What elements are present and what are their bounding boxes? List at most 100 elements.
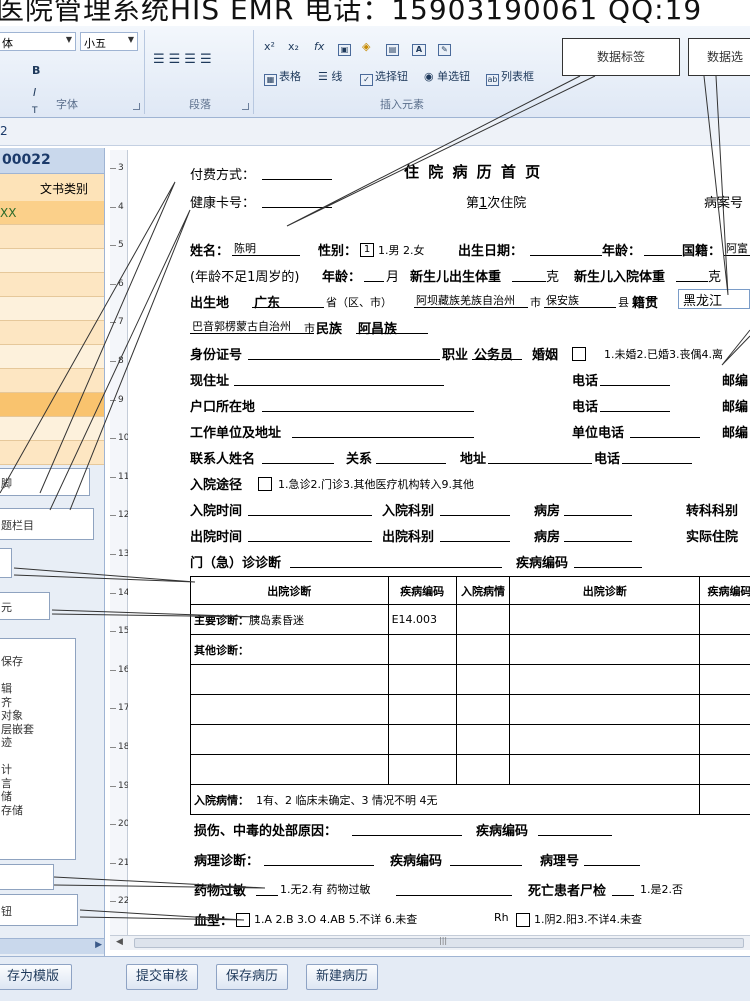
other-diagnosis-cell[interactable]: 其他诊断： xyxy=(190,634,389,665)
discharge-time-field[interactable] xyxy=(248,526,372,542)
birth-county-field[interactable]: 保安族 xyxy=(544,292,616,308)
list-item[interactable] xyxy=(0,249,104,273)
save-template-button[interactable]: 存为模版 xyxy=(0,964,72,990)
scroll-left-icon[interactable]: ◀ xyxy=(116,937,123,947)
font-name-select[interactable]: 体 ▼ xyxy=(0,32,76,51)
drug-allergy-box[interactable] xyxy=(256,880,278,896)
table-cell[interactable] xyxy=(190,724,389,755)
health-card-field[interactable] xyxy=(262,192,332,208)
font-size-select[interactable]: 小五 ▼ xyxy=(80,32,138,51)
table-cell[interactable] xyxy=(455,694,511,725)
admission-dept-field[interactable] xyxy=(440,500,510,516)
list-item[interactable] xyxy=(0,369,104,393)
radio-button[interactable]: ◉ 单选钮 xyxy=(424,68,470,84)
pathology-field[interactable] xyxy=(264,850,374,866)
superscript-icon[interactable]: x² xyxy=(264,40,275,53)
table-cell[interactable] xyxy=(387,724,457,755)
element-box-button[interactable]: 钮 xyxy=(0,894,78,926)
gender-box[interactable]: 1 xyxy=(360,243,374,257)
name-field[interactable]: 陈明 xyxy=(232,240,300,256)
table-cell[interactable] xyxy=(509,694,701,725)
work-unit-field[interactable] xyxy=(292,422,474,438)
table-cell[interactable] xyxy=(509,634,701,665)
pay-method-field[interactable] xyxy=(262,164,332,180)
phone2-field[interactable] xyxy=(600,396,670,412)
special-char-icon[interactable]: ◈ xyxy=(362,40,370,53)
list-item[interactable] xyxy=(0,345,104,369)
table-cell[interactable] xyxy=(190,664,389,695)
table-cell[interactable] xyxy=(509,724,701,755)
phone-field[interactable] xyxy=(600,370,670,386)
main-diagnosis-value[interactable]: 胰岛素昏迷 xyxy=(249,614,304,627)
blood-type-box[interactable] xyxy=(236,913,250,927)
birth-date-field[interactable] xyxy=(530,240,602,256)
table-cell[interactable] xyxy=(387,664,457,695)
table-cell[interactable] xyxy=(455,664,511,695)
occupation-field[interactable]: 公务员 xyxy=(472,344,522,363)
discharge-dept-field[interactable] xyxy=(440,526,510,542)
birth-city-field[interactable]: 阿坝藏族羌族自治州 xyxy=(414,292,528,308)
main-diagnosis-cell[interactable]: 主要诊断：胰岛素昏迷 xyxy=(190,604,389,635)
age-field[interactable] xyxy=(644,240,682,256)
save-record-button[interactable]: 保存病历 xyxy=(216,964,288,990)
contact-phone-field[interactable] xyxy=(622,448,692,464)
rh-box[interactable] xyxy=(516,913,530,927)
textbox-icon[interactable]: A xyxy=(412,40,428,56)
native-city-field[interactable]: 巴音郭楞蒙古自治州 xyxy=(190,318,314,334)
table-cell[interactable] xyxy=(387,694,457,725)
marriage-box[interactable] xyxy=(572,347,586,361)
table-cell[interactable] xyxy=(190,694,389,725)
list-item[interactable]: XX xyxy=(0,201,104,225)
table-cell[interactable] xyxy=(455,604,511,635)
admission-time-field[interactable] xyxy=(248,500,372,516)
table-cell[interactable] xyxy=(699,754,750,785)
list-item[interactable] xyxy=(0,441,104,465)
date-icon[interactable]: ▤ xyxy=(386,40,401,56)
ward-field[interactable] xyxy=(564,500,632,516)
native-place-field[interactable]: 黑龙江 xyxy=(678,289,750,309)
line-button[interactable]: ☰ 线 xyxy=(318,68,342,84)
element-box-blank[interactable] xyxy=(0,864,54,890)
ethnic-field[interactable]: 阿昌族 xyxy=(356,318,428,337)
hukou-field[interactable] xyxy=(262,396,474,412)
image-icon[interactable]: ▣ xyxy=(338,40,353,56)
new-record-button[interactable]: 新建病历 xyxy=(306,964,378,990)
table-cell[interactable] xyxy=(699,634,750,665)
newborn-weight-field[interactable] xyxy=(512,266,546,282)
list-item[interactable] xyxy=(0,321,104,345)
list-item[interactable] xyxy=(0,297,104,321)
table-cell[interactable] xyxy=(699,604,750,635)
element-box-unit[interactable]: 元 xyxy=(0,592,50,620)
submit-review-button[interactable]: 提交审核 xyxy=(126,964,198,990)
pathology-code-field[interactable] xyxy=(450,850,522,866)
main-diagnosis-code-cell[interactable]: E14.003 xyxy=(387,604,457,635)
current-address-field[interactable] xyxy=(234,370,444,386)
table-cell[interactable] xyxy=(699,694,750,725)
list-item[interactable] xyxy=(0,273,104,297)
work-phone-field[interactable] xyxy=(630,422,700,438)
pathology-number-field[interactable] xyxy=(584,850,640,866)
contact-address-field[interactable] xyxy=(488,448,592,464)
table-button[interactable]: ▦ 表格 xyxy=(264,68,301,86)
table-cell[interactable] xyxy=(387,754,457,785)
scroll-right-icon[interactable]: ▶ xyxy=(95,940,102,950)
tab-2[interactable]: 2 xyxy=(0,124,8,138)
table-cell[interactable] xyxy=(699,724,750,755)
outpatient-diagnosis-field[interactable] xyxy=(290,552,502,568)
list-item-selected[interactable] xyxy=(0,393,104,417)
formula-icon[interactable]: fx xyxy=(314,40,324,53)
list-item[interactable] xyxy=(0,417,104,441)
align-buttons-icon[interactable]: ☰☰☰☰ xyxy=(153,52,216,67)
injury-cause-field[interactable] xyxy=(352,820,462,836)
relation-field[interactable] xyxy=(376,448,446,464)
element-box-title[interactable]: 题栏目 xyxy=(0,508,94,540)
edit-field-icon[interactable]: ✎ xyxy=(438,40,453,56)
table-cell[interactable] xyxy=(387,634,457,665)
newborn-admit-weight-field[interactable] xyxy=(676,266,708,282)
bold-icon[interactable]: B xyxy=(32,64,40,77)
font-dialog-launcher-icon[interactable] xyxy=(133,103,140,110)
horizontal-scrollbar[interactable]: ◀ ||| xyxy=(110,935,750,950)
table-cell[interactable] xyxy=(509,664,701,695)
scrollbar-thumb[interactable]: ||| xyxy=(134,936,744,948)
table-cell[interactable] xyxy=(455,754,511,785)
